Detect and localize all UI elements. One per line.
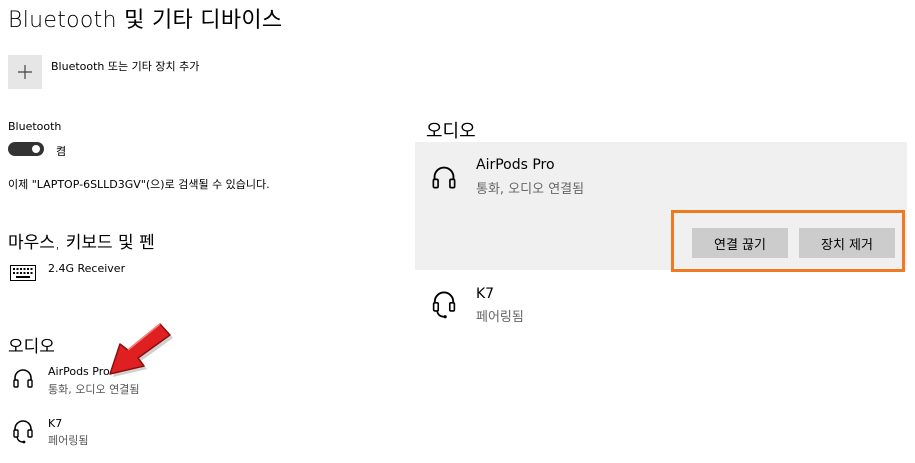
headphones-icon — [431, 164, 457, 194]
add-device-label[interactable]: Bluetooth 또는 기타 장치 추가 — [51, 58, 199, 74]
bluetooth-toggle-state: 켬 — [56, 145, 67, 158]
discoverable-text: 이제 "LAPTOP-6SLLD3GV"(으)로 검색될 수 있습니다. — [8, 178, 270, 191]
page-title: Bluetooth 및 기타 디바이스 — [8, 8, 283, 33]
bluetooth-toggle[interactable] — [8, 142, 44, 156]
red-arrow-icon — [100, 318, 182, 384]
plus-icon — [18, 65, 32, 79]
headset-icon — [12, 418, 34, 448]
toggle-knob — [32, 145, 40, 153]
keyboard-icon — [10, 265, 36, 285]
device-name-k7-left[interactable]: K7 — [48, 417, 62, 430]
mouse-section-title: 마우스, 키보드 및 펜 — [8, 233, 155, 253]
device-status-airpods-right: 통화, 오디오 연결됨 — [476, 182, 585, 197]
bluetooth-label: Bluetooth — [8, 120, 62, 133]
device-name-receiver[interactable]: 2.4G Receiver — [48, 262, 125, 275]
highlight-box — [671, 210, 905, 272]
headset-icon — [431, 289, 457, 323]
add-device-button[interactable] — [8, 55, 42, 89]
audio-section-title-left: 오디오 — [8, 337, 55, 357]
headphones-icon — [12, 367, 34, 393]
device-name-k7-right[interactable]: K7 — [476, 286, 494, 302]
device-name-airpods-right: AirPods Pro — [476, 157, 555, 173]
device-status-k7-left: 페어링됨 — [48, 434, 89, 447]
audio-section-title-right: 오디오 — [426, 121, 476, 142]
device-status-k7-right: 페어링됨 — [476, 310, 524, 325]
